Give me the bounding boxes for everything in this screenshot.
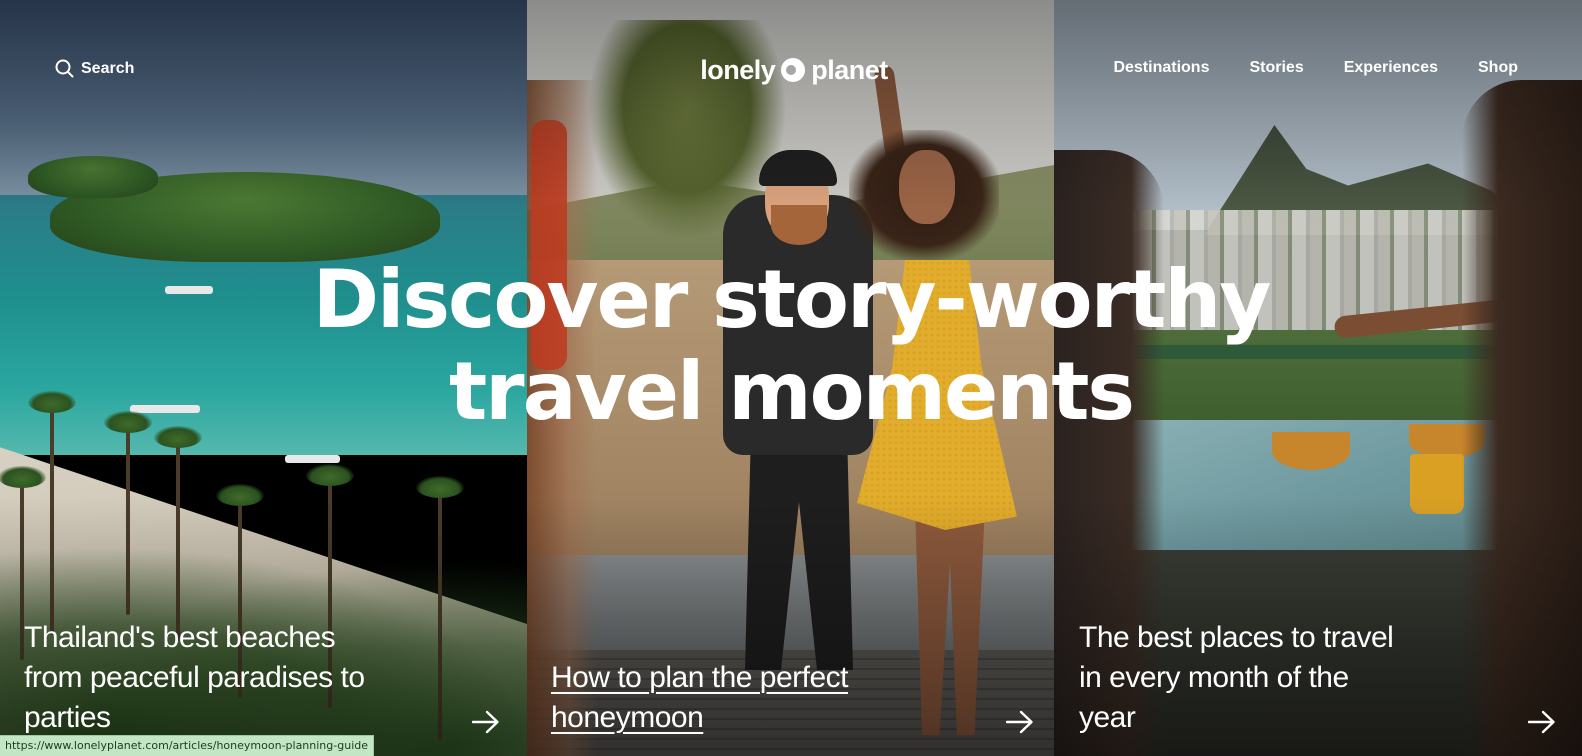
- article-card-best-places-by-month[interactable]: The best places to travel in every month…: [1079, 618, 1559, 738]
- site-header: Search lonely planet Destinations Storie…: [0, 0, 1582, 140]
- arrow-right-icon: [1005, 710, 1034, 734]
- search-button[interactable]: Search: [55, 59, 134, 78]
- island: [28, 156, 158, 198]
- globe-icon: [781, 58, 806, 82]
- woman-face: [899, 150, 955, 224]
- headline-line-1: Discover story-worthy: [312, 253, 1272, 346]
- search-label: Search: [81, 59, 135, 77]
- search-icon: [55, 59, 74, 78]
- palm-tree: [28, 391, 76, 635]
- arrow-right-icon: [1527, 710, 1556, 734]
- palm-tree: [154, 426, 202, 640]
- hero-headline: Discover story-worthy travel moments: [0, 254, 1582, 438]
- hero-section: Search lonely planet Destinations Storie…: [0, 0, 1582, 756]
- headline-line-2: travel moments: [448, 345, 1135, 438]
- cup: [1410, 454, 1464, 514]
- man-beard: [771, 205, 827, 245]
- nav-experiences[interactable]: Experiences: [1344, 59, 1438, 77]
- card-title: The best places to travel in every month…: [1079, 621, 1394, 734]
- article-card-thailand-beaches[interactable]: Thailand's best beaches from peaceful pa…: [24, 618, 504, 738]
- card-title: Thailand's best beaches from peaceful pa…: [24, 621, 365, 734]
- nav-stories[interactable]: Stories: [1249, 59, 1303, 77]
- link-status-url: https://www.lonelyplanet.com/articles/ho…: [0, 735, 374, 756]
- article-card-honeymoon[interactable]: How to plan the perfect honeymoon: [551, 658, 1034, 738]
- main-nav: Destinations Stories Experiences Shop: [1113, 59, 1518, 77]
- arrow-right-icon: [471, 710, 500, 734]
- boat: [285, 455, 340, 463]
- card-title: How to plan the perfect honeymoon: [551, 661, 849, 734]
- palm-tree: [104, 411, 152, 615]
- lonely-planet-logo[interactable]: lonely planet: [694, 53, 894, 87]
- nav-destinations[interactable]: Destinations: [1113, 59, 1209, 77]
- logo-text-lonely: lonely: [700, 54, 776, 85]
- nav-shop[interactable]: Shop: [1478, 59, 1518, 77]
- logo-text-planet: planet: [811, 54, 888, 85]
